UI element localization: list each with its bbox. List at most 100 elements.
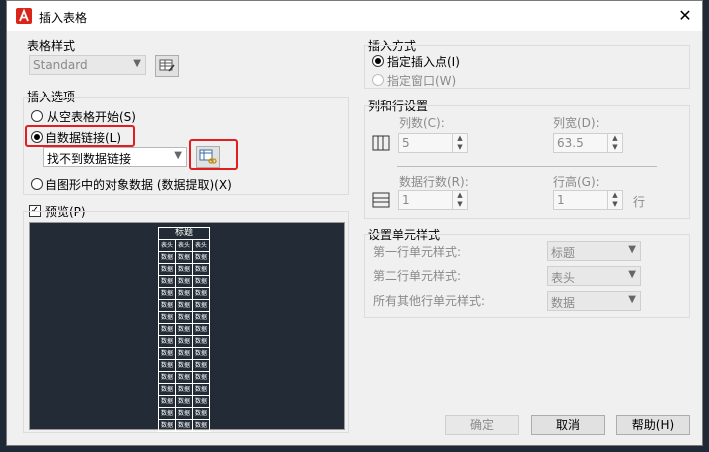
preview-data-cell: 数据 xyxy=(194,338,207,345)
preview-data-cell: 数据 xyxy=(194,290,207,297)
second-row-style-value: 表头 xyxy=(551,271,576,285)
preview-data-cell: 数据 xyxy=(159,288,176,299)
preview-data-cell: 数据 xyxy=(176,264,193,275)
preview-data-row: 数据 数据 数据 xyxy=(159,360,209,372)
preview-data-row: 数据 数据 数据 xyxy=(159,288,209,300)
chevron-down-icon: ▼ xyxy=(174,150,182,161)
cancel-button[interactable]: 取消 xyxy=(531,415,605,435)
preview-data-cell: 数据 xyxy=(176,420,193,431)
row-unit-label: 行 xyxy=(633,195,646,209)
preview-data-cell: 数据 xyxy=(194,422,207,429)
second-row-style-select[interactable]: 表头 ▼ xyxy=(547,266,641,286)
close-button[interactable]: ✕ xyxy=(668,1,702,31)
table-style-section-title: 表格样式 xyxy=(27,39,76,53)
first-row-style-select[interactable]: 标题 ▼ xyxy=(547,241,641,261)
preview-data-cell: 数据 xyxy=(176,312,193,323)
preview-data-cell: 数据 xyxy=(176,372,193,383)
table-style-select[interactable]: Standard ▼ xyxy=(29,55,146,75)
preview-data-cell: 数据 xyxy=(176,336,193,347)
column-width-label: 列宽(D): xyxy=(553,116,600,130)
preview-data-cell: 数据 xyxy=(194,326,207,333)
first-row-style-value: 标题 xyxy=(551,246,576,260)
chevron-down-icon: ▼ xyxy=(628,269,636,280)
data-rows-spinner[interactable]: 1 ▲ ▼ xyxy=(398,190,468,210)
help-button[interactable]: 帮助(H) xyxy=(616,415,690,435)
preview-header-cell: 表头 xyxy=(194,242,207,249)
chevron-down-icon: ▼ xyxy=(133,58,141,69)
row-height-spinner[interactable]: 1 ▲ ▼ xyxy=(553,190,623,210)
preview-data-cell: 数据 xyxy=(194,398,207,405)
column-width-spinner[interactable]: 63.5 ▲ ▼ xyxy=(553,133,623,153)
table-edit-icon xyxy=(159,59,175,72)
preview-data-cell: 数据 xyxy=(159,264,176,275)
columns-label: 列数(C): xyxy=(399,116,445,130)
data-link-manager-button[interactable] xyxy=(196,146,220,168)
preview-data-cell: 数据 xyxy=(159,312,176,323)
preview-data-cell: 数据 xyxy=(176,300,193,311)
chevron-down-icon: ▼ xyxy=(628,244,636,255)
preview-data-cell: 数据 xyxy=(194,374,207,381)
preview-data-cell: 数据 xyxy=(194,266,207,273)
table-style-edit-button[interactable] xyxy=(155,55,179,77)
first-row-style-label: 第一行单元样式: xyxy=(373,245,462,259)
radio-from-data-link[interactable] xyxy=(31,131,43,143)
preview-data-cell: 数据 xyxy=(194,278,207,285)
preview-data-cell: 数据 xyxy=(159,324,176,335)
preview-data-cell: 数据 xyxy=(159,300,176,311)
preview-data-cell: 数据 xyxy=(194,254,207,261)
preview-data-row: 数据 数据 数据 xyxy=(159,372,209,384)
preview-header-row: 表头 表头 表头 xyxy=(159,240,209,252)
data-link-select[interactable]: 找不到数据链接 ▼ xyxy=(43,147,187,167)
preview-data-row: 数据 数据 数据 xyxy=(159,324,209,336)
spinner-arrows-icon[interactable]: ▲ ▼ xyxy=(452,134,467,152)
preview-data-cell: 数据 xyxy=(176,384,193,395)
preview-data-cell: 数据 xyxy=(176,396,193,407)
preview-data-row: 数据 数据 数据 xyxy=(159,264,209,276)
other-rows-style-select[interactable]: 数据 ▼ xyxy=(547,291,641,311)
preview-data-rows: 数据 数据 数据 数据 数据 数据 数据 数据 数据 数据 数据 数据 数据 数据 数据 数据 数据 数据 数据 数据… xyxy=(159,252,209,431)
columns-icon xyxy=(372,135,390,151)
from-empty-label: 从空表格开始(S) xyxy=(47,110,136,124)
preview-data-cell: 数据 xyxy=(194,302,207,309)
table-style-value: Standard xyxy=(33,58,88,72)
data-link-value: 找不到数据链接 xyxy=(47,152,132,166)
preview-data-cell: 数据 xyxy=(159,336,176,347)
preview-data-cell: 数据 xyxy=(176,252,193,263)
insert-table-dialog: 插入表格 ✕ 表格样式 Standard ▼ 插入选项 从空表格开始(S) 自数… xyxy=(6,0,703,446)
radio-from-object-data[interactable] xyxy=(31,178,43,190)
preview-data-row: 数据 数据 数据 xyxy=(159,312,209,324)
row-height-value: 1 xyxy=(557,193,565,207)
columns-value: 5 xyxy=(402,136,410,150)
preview-header-cell: 表头 xyxy=(176,240,193,251)
other-rows-style-label: 所有其他行单元样式: xyxy=(373,294,486,308)
specify-window-label: 指定窗口(W) xyxy=(387,74,457,88)
dialog-title: 插入表格 xyxy=(39,11,88,25)
preview-data-cell: 数据 xyxy=(159,276,176,287)
preview-data-row: 数据 数据 数据 xyxy=(159,252,209,264)
preview-data-row: 数据 数据 数据 xyxy=(159,420,209,431)
preview-data-row: 数据 数据 数据 xyxy=(159,336,209,348)
spinner-arrows-icon[interactable]: ▲ ▼ xyxy=(607,134,622,152)
spinner-arrows-icon[interactable]: ▲ ▼ xyxy=(452,191,467,209)
radio-from-empty[interactable] xyxy=(31,110,43,122)
preview-data-cell: 数据 xyxy=(176,360,193,371)
preview-data-row: 数据 数据 数据 xyxy=(159,384,209,396)
preview-data-row: 数据 数据 数据 xyxy=(159,348,209,360)
radio-specify-point[interactable] xyxy=(372,55,384,67)
preview-data-cell: 数据 xyxy=(176,408,193,419)
preview-data-cell: 数据 xyxy=(176,348,193,359)
preview-data-cell: 数据 xyxy=(159,348,176,359)
preview-data-cell: 数据 xyxy=(176,276,193,287)
specify-point-label: 指定插入点(I) xyxy=(387,55,460,69)
divider xyxy=(397,166,657,167)
ok-button[interactable]: 确定 xyxy=(445,415,519,435)
data-rows-value: 1 xyxy=(402,193,410,207)
columns-spinner[interactable]: 5 ▲ ▼ xyxy=(398,133,468,153)
title-bar: 插入表格 ✕ xyxy=(7,1,702,31)
other-rows-style-value: 数据 xyxy=(551,296,576,310)
rows-icon xyxy=(372,192,390,208)
spinner-arrows-icon[interactable]: ▲ ▼ xyxy=(607,191,622,209)
data-link-manager-icon xyxy=(199,149,217,164)
preview-data-cell: 数据 xyxy=(176,288,193,299)
radio-specify-window[interactable] xyxy=(372,74,384,86)
